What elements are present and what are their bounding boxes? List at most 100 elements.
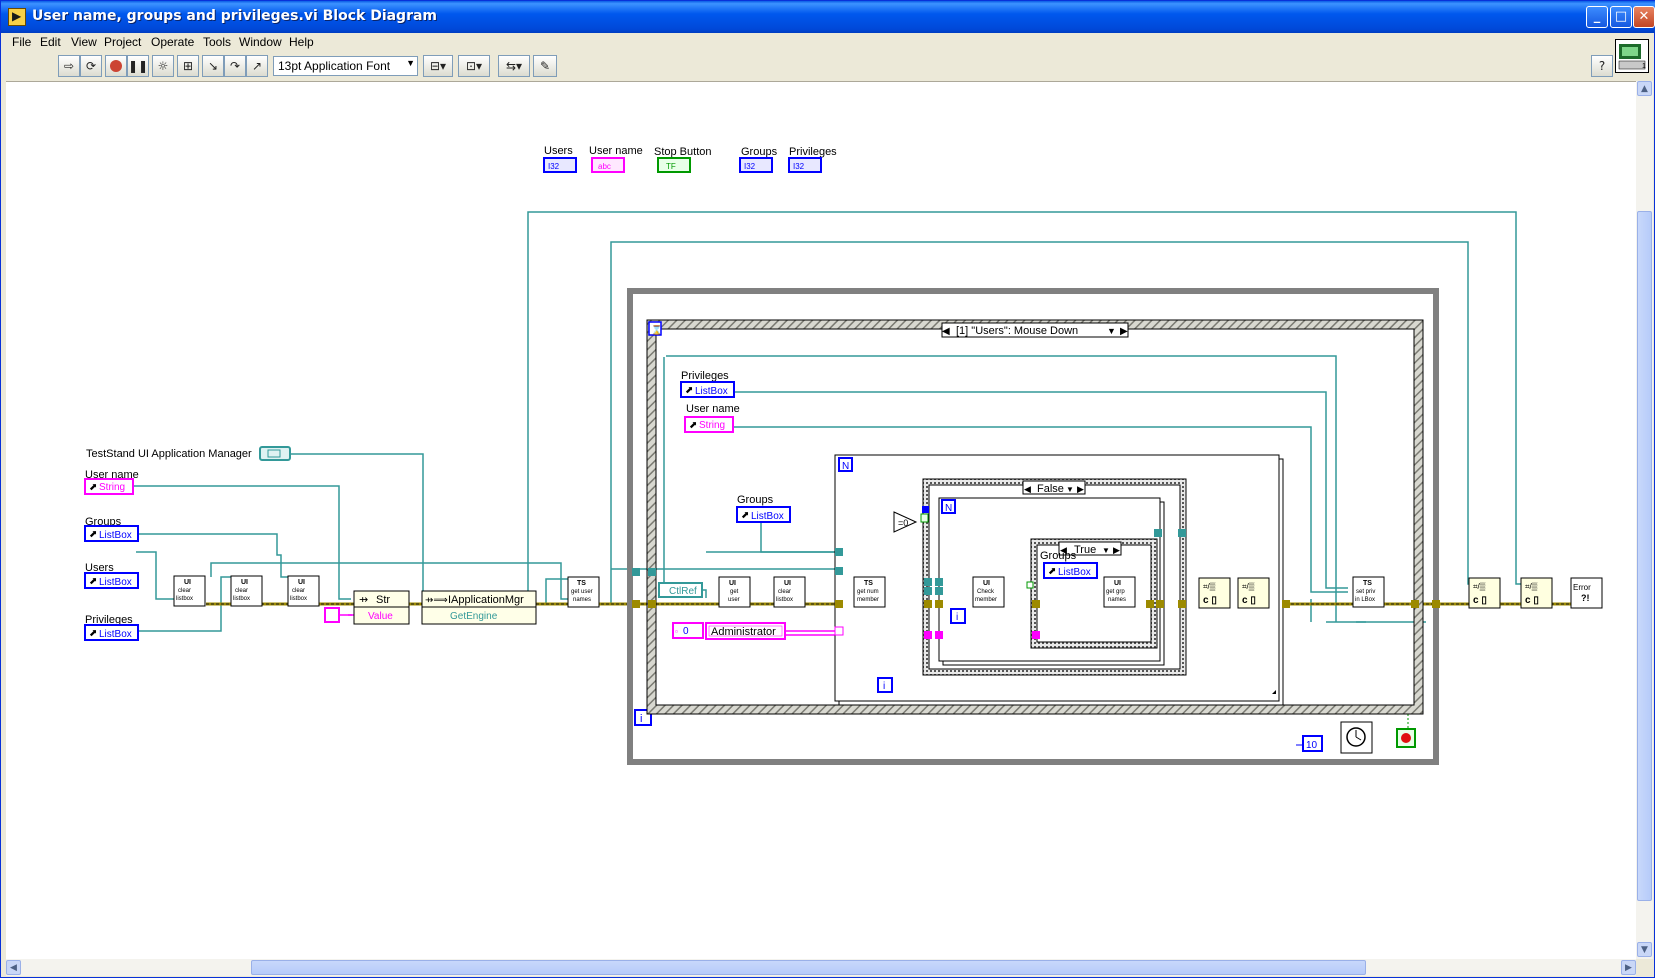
str-property-node[interactable]: ⇸ Str Value [353,590,410,625]
svg-text:names: names [1108,597,1126,603]
menu-view[interactable]: View [71,35,97,49]
format-array-node-2[interactable]: ⌗/▒ c ▯ [1237,577,1270,609]
clear-listbox-subvi-2[interactable]: UI clear listbox [230,575,263,607]
privileges-ref-inner[interactable]: Privileges ⬈ ListBox [680,370,735,398]
minimize-button[interactable]: _ [1586,6,1608,28]
svg-text:member: member [857,597,879,603]
block-diagram-canvas[interactable]: Users I32 User name abc Stop Button TF G… [6,81,1636,959]
run-continuously-icon[interactable]: ⟳ [80,55,102,77]
case-selector-false: ◀ False ▼ ▶ [1022,480,1086,495]
step-out-icon[interactable]: ↗ [246,55,268,77]
svg-text:Groups: Groups [741,146,778,158]
align-objects-icon[interactable]: ⊟▾ [423,55,453,77]
title-bar[interactable]: User name, groups and privileges.vi Bloc… [1,1,1655,33]
simple-error-handler-node[interactable]: Error ?! [1570,577,1603,609]
distribute-objects-icon[interactable]: ⊡▾ [458,55,490,77]
clear-listbox-subvi-1[interactable]: UI clear listbox [173,575,206,607]
clean-up-diagram-icon[interactable]: ✎ [533,55,557,77]
labview-app-icon [8,8,26,26]
close-reference-node-1[interactable]: ⌗/▒ c ▯ [1468,577,1501,609]
close-button[interactable]: ✕ [1633,6,1655,28]
scroll-down-icon[interactable]: ▼ [1637,942,1652,957]
scroll-up-icon[interactable]: ▲ [1637,81,1652,96]
close-reference-node-2[interactable]: ⌗/▒ c ▯ [1520,577,1553,609]
clear-listbox-subvi-4[interactable]: UI clear listbox [773,576,806,608]
check-member-subvi[interactable]: UI Check member [972,576,1005,608]
menu-tools[interactable]: Tools [203,35,231,49]
svg-text:⬈: ⬈ [89,482,97,493]
menu-project[interactable]: Project [104,35,141,49]
horizontal-scroll-thumb[interactable] [251,960,1366,975]
svg-text:ListBox: ListBox [99,629,132,640]
svg-text:▶: ▶ [1077,484,1084,494]
terminal-user-name-string[interactable]: User name abc [589,145,643,173]
retain-wire-values-icon[interactable]: ⊞ [177,55,199,77]
reorder-icon[interactable]: ⇆▾ [498,55,530,77]
svg-text:⌛: ⌛ [651,324,662,335]
get-grp-names-subvi[interactable]: UI get grp names [1103,576,1136,608]
maximize-button[interactable]: □ [1610,6,1632,28]
zero-constant[interactable]: ▫ 0 [672,622,704,639]
svg-text:⬈: ⬈ [89,628,97,639]
menu-operate[interactable]: Operate [151,35,194,49]
svg-text:abc: abc [598,162,611,171]
svg-text:clear: clear [235,588,248,594]
svg-text:⬈: ⬈ [1048,566,1056,577]
svg-text:◀: ◀ [942,326,950,337]
vertical-scrollbar[interactable]: ▲ ▼ [1636,81,1653,959]
get-num-member-subvi[interactable]: TS get num member [853,576,886,608]
user-name-ref-left[interactable]: User name ⬈ String [84,469,139,495]
get-user-subvi[interactable]: UI get user [718,576,751,608]
abort-icon[interactable] [105,55,127,77]
administrator-string-constant[interactable]: Administrator [705,622,786,640]
format-array-node-1[interactable]: ⌗/▒ c ▯ [1198,577,1231,609]
iapplicationmgr-invoke-node[interactable]: ⇸⟹ IApplicationMgr GetEngine [421,590,537,625]
ctlref-terminal[interactable]: CtlRef [658,582,703,598]
terminal-groups-i32[interactable]: Groups I32 [739,146,778,173]
menu-help[interactable]: Help [289,35,314,49]
terminal-privileges-i32[interactable]: Privileges I32 [788,146,837,173]
set-priv-in-lbox-subvi[interactable]: TS set priv in LBox [1352,576,1385,608]
svg-text:UI: UI [1114,580,1121,587]
step-over-icon[interactable]: ↷ [224,55,246,77]
menu-file[interactable]: File [12,35,31,49]
terminal-users-i32[interactable]: Users I32 [543,145,577,173]
ts-get-user-names-subvi[interactable]: TS get user names [567,576,600,608]
groups-ref-left[interactable]: Groups ⬈ ListBox [84,516,139,542]
pause-icon[interactable]: ❚❚ [127,55,149,77]
horizontal-scrollbar[interactable]: ◀ ▶ [6,959,1636,976]
context-help-icon[interactable]: ? [1591,55,1613,77]
terminal-stop-button-bool[interactable]: Stop Button TF [654,146,712,173]
svg-text:GetEngine: GetEngine [450,611,498,622]
svg-text:⌗/▒: ⌗/▒ [1525,582,1538,591]
users-ref-left[interactable]: Users ⬈ ListBox [84,562,139,589]
svg-text:UI: UI [298,579,305,586]
svg-text:UI: UI [784,580,791,587]
highlight-execution-icon[interactable]: ☼ [152,55,174,77]
run-arrow-icon[interactable]: ⇨ [58,55,80,77]
empty-string-constant[interactable] [324,607,340,623]
vertical-scroll-thumb[interactable] [1637,211,1652,901]
privileges-ref-left[interactable]: Privileges ⬈ ListBox [84,614,139,641]
font-select[interactable]: 13pt Application Font ▼ [273,56,418,76]
groups-ref-inner[interactable]: Groups ⬈ ListBox [736,494,791,523]
scroll-left-icon[interactable]: ◀ [6,960,21,975]
vi-connector-icon[interactable]: 1 [1615,39,1649,73]
step-into-icon[interactable]: ↘ [202,55,224,77]
svg-text:UI: UI [983,580,990,587]
app-manager-ref[interactable]: TestStand UI Application Manager [86,446,291,461]
svg-text:False: False [1037,483,1064,495]
svg-text:ListBox: ListBox [695,386,728,397]
menu-edit[interactable]: Edit [40,35,61,49]
scroll-right-icon[interactable]: ▶ [1621,960,1636,975]
user-name-ref-inner[interactable]: User name ⬈ String [684,403,740,433]
svg-text:Privileges: Privileges [681,370,729,382]
svg-text:Groups: Groups [737,494,774,506]
svg-text:CtlRef: CtlRef [669,586,697,597]
svg-text:0: 0 [683,626,689,637]
clear-listbox-subvi-3[interactable]: UI clear listbox [287,575,320,607]
svg-text:I32: I32 [548,162,560,171]
svg-text:clear: clear [178,588,191,594]
menu-window[interactable]: Window [239,35,282,49]
svg-text:▶: ▶ [1120,326,1128,337]
